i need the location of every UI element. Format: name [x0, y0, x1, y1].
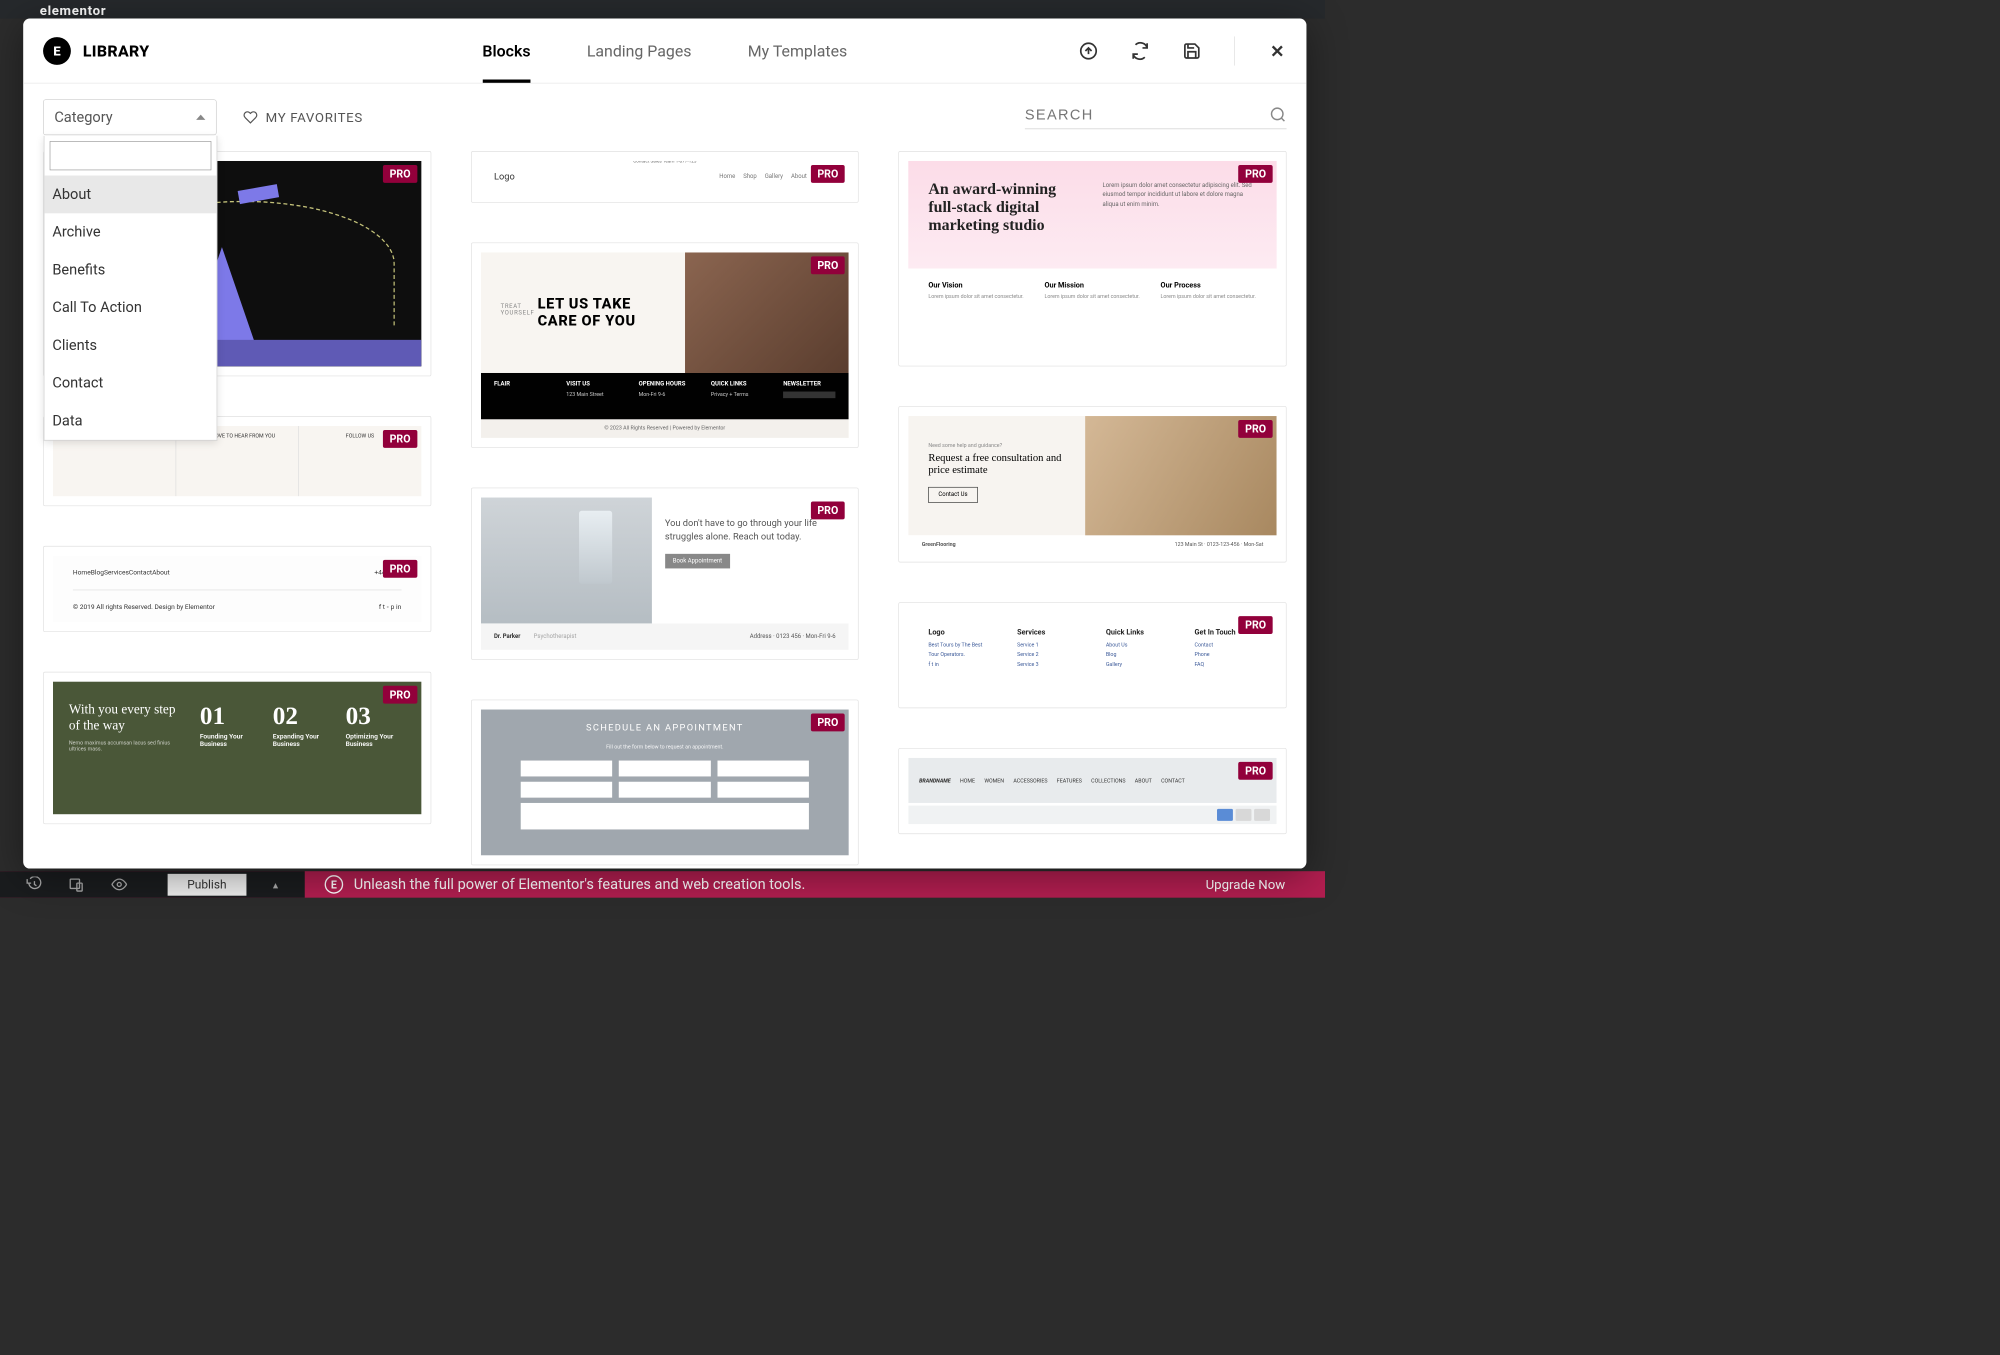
pro-badge: PRO: [811, 502, 845, 520]
modal-logo-area: E LIBRARY: [23, 37, 149, 65]
history-icon[interactable]: [27, 876, 43, 892]
template-thumb: An award-winning full-stack digital mark…: [909, 161, 1277, 356]
favorites-label: MY FAVORITES: [266, 109, 363, 125]
dropdown-search-wrap: [44, 136, 216, 176]
save-icon[interactable]: [1183, 41, 1202, 60]
heart-icon: [243, 110, 258, 125]
template-card[interactable]: PRO You don't have to go through your li…: [471, 488, 859, 660]
pro-badge: PRO: [383, 560, 417, 578]
template-thumb: You don't have to go through your life s…: [481, 498, 849, 650]
modal-tabs: Blocks Landing Pages My Templates: [482, 19, 847, 83]
template-thumb: With you every step of the way Nemo maxi…: [53, 682, 421, 815]
category-dropdown: About Archive Benefits Call To Action Cl…: [44, 136, 218, 441]
pro-badge: PRO: [1238, 420, 1272, 438]
category-dropdown-trigger[interactable]: Category About Archive Benefits Call To …: [43, 99, 217, 135]
pro-badge: PRO: [811, 714, 845, 732]
elementor-e-icon: E: [43, 37, 71, 65]
background-bottombar: Publish ▴: [0, 871, 305, 898]
close-icon[interactable]: [1268, 41, 1287, 60]
template-card[interactable]: PRO BRANDNAME HOMEWOMENACCESSORIESFEATUR…: [899, 748, 1287, 834]
dropdown-item-about[interactable]: About: [44, 176, 216, 214]
dropdown-item-archive[interactable]: Archive: [44, 213, 216, 251]
template-thumb: BRANDNAME HOMEWOMENACCESSORIESFEATURESCO…: [909, 758, 1277, 824]
search-icon[interactable]: [1269, 106, 1286, 123]
template-thumb: TREAT YOURSELFLET US TAKE CARE OF YOU FL…: [481, 252, 849, 438]
modal-title: LIBRARY: [83, 41, 150, 60]
template-card[interactable]: PRO With you every step of the way Nemo …: [43, 672, 431, 824]
pro-badge: PRO: [1238, 616, 1272, 634]
dropdown-item-benefits[interactable]: Benefits: [44, 251, 216, 289]
category-label: Category: [54, 109, 112, 126]
modal-header: E LIBRARY Blocks Landing Pages My Templa…: [23, 19, 1306, 84]
template-card[interactable]: PRO An award-winning full-stack digital …: [899, 151, 1287, 366]
template-card[interactable]: PRO TREAT YOURSELFLET US TAKE CARE OF YO…: [471, 242, 859, 447]
template-thumb: HomeBlogServicesContactAbout +44 ███ © 2…: [53, 556, 421, 622]
pro-badge: PRO: [1238, 762, 1272, 780]
banner-cta[interactable]: Upgrade Now: [1206, 876, 1325, 892]
dropdown-item-call-to-action[interactable]: Call To Action: [44, 289, 216, 327]
grid-column-2: PRO Contact Sales Team 1-877-123 Logo Ho…: [471, 151, 859, 865]
banner-e-icon: E: [325, 875, 344, 894]
publish-button[interactable]: Publish: [167, 874, 246, 896]
pro-badge: PRO: [1238, 165, 1272, 183]
pro-badge: PRO: [383, 430, 417, 448]
preview-icon[interactable]: [111, 876, 127, 892]
pro-badge: PRO: [811, 256, 845, 274]
template-thumb: LogoBest Tours by The Best Tour Operator…: [909, 612, 1277, 698]
template-card[interactable]: PRO LogoBest Tours by The Best Tour Oper…: [899, 602, 1287, 708]
template-grid: PRO PRO VISIT US WE'D LOVE TO HEAR FROM …: [43, 151, 1287, 865]
dropdown-arrow-up-icon: [196, 115, 205, 120]
pro-badge: PRO: [383, 686, 417, 704]
template-card[interactable]: PRO Need some help and guidance? Request…: [899, 406, 1287, 562]
tab-landing-pages[interactable]: Landing Pages: [587, 19, 692, 83]
template-card[interactable]: PRO HomeBlogServicesContactAbout +44 ███…: [43, 546, 431, 632]
background-editor-topbar: elementor: [0, 0, 1325, 19]
template-thumb: SCHEDULE AN APPOINTMENT Fill out the for…: [481, 710, 849, 856]
banner-text: Unleash the full power of Elementor's fe…: [354, 876, 806, 893]
pro-badge: PRO: [811, 165, 845, 183]
tab-blocks[interactable]: Blocks: [482, 19, 530, 83]
dropdown-item-data[interactable]: Data: [44, 402, 216, 440]
sync-icon[interactable]: [1131, 41, 1150, 60]
header-divider: [1234, 36, 1235, 65]
responsive-icon[interactable]: [69, 876, 85, 892]
search-field: [1025, 106, 1287, 129]
grid-column-3: PRO An award-winning full-stack digital …: [899, 151, 1287, 834]
pro-badge: PRO: [383, 165, 417, 183]
upload-icon[interactable]: [1079, 41, 1098, 60]
modal-header-actions: [1079, 36, 1306, 65]
dropdown-item-contact[interactable]: Contact: [44, 364, 216, 402]
template-card[interactable]: PRO SCHEDULE AN APPOINTMENT Fill out the…: [471, 700, 859, 866]
library-modal: E LIBRARY Blocks Landing Pages My Templa…: [23, 19, 1306, 869]
dropdown-search-input[interactable]: [50, 141, 212, 170]
template-thumb: Need some help and guidance? Request a f…: [909, 416, 1277, 552]
search-input[interactable]: [1025, 106, 1256, 123]
template-card[interactable]: PRO Contact Sales Team 1-877-123 Logo Ho…: [471, 151, 859, 203]
dropdown-item-clients[interactable]: Clients: [44, 327, 216, 365]
tab-my-templates[interactable]: My Templates: [748, 19, 847, 83]
template-thumb: Contact Sales Team 1-877-123 Logo HomeSh…: [481, 161, 849, 193]
my-favorites-button[interactable]: MY FAVORITES: [243, 109, 363, 125]
modal-toolbar: Category About Archive Benefits Call To …: [23, 83, 1306, 151]
